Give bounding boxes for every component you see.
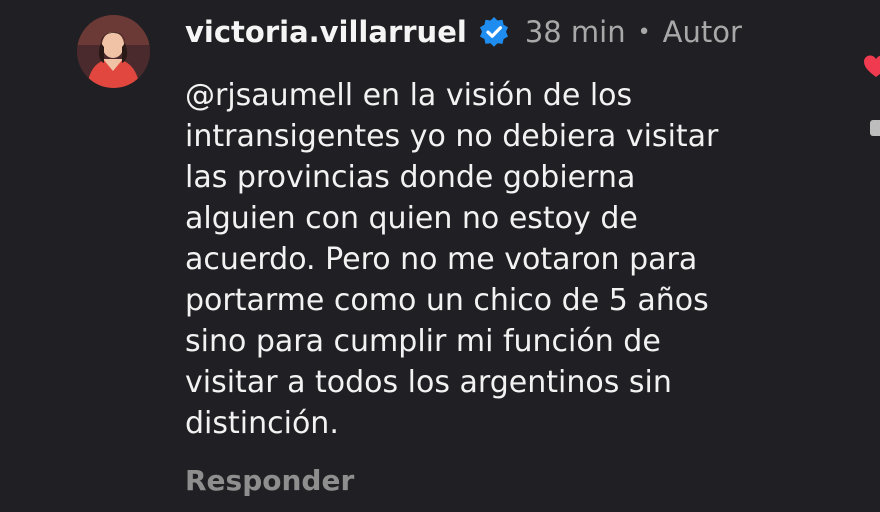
comment-line-1-text: en la visión de los xyxy=(353,78,633,113)
comment-line-1: @rjsaumell en la visión de los xyxy=(185,75,825,116)
avatar-image xyxy=(77,15,150,88)
comment-line-6: portarme como un chico de 5 años xyxy=(185,283,709,318)
verified-badge-icon xyxy=(478,16,510,48)
comment-text: @rjsaumell en la visión de los intransig… xyxy=(185,75,825,444)
mention-link[interactable]: @rjsaumell xyxy=(185,78,353,113)
avatar[interactable] xyxy=(77,15,150,88)
like-count-indicator xyxy=(870,120,880,136)
comment-line-2: intransigentes yo no debiera visitar xyxy=(185,119,719,154)
username[interactable]: victoria.villarruel xyxy=(185,15,467,49)
timestamp: 38 min xyxy=(524,15,626,49)
comment-line-8: visitar a todos los argentinos sin xyxy=(185,365,672,400)
comment-header: victoria.villarruel 38 min • Autor xyxy=(185,10,742,54)
comment-line-5: acuerdo. Pero no me votaron para xyxy=(185,242,698,277)
separator-dot: • xyxy=(637,19,651,45)
comment: victoria.villarruel 38 min • Autor @rjsa… xyxy=(0,0,880,512)
comment-line-3: las provincias donde gobierna xyxy=(185,160,636,195)
reply-button[interactable]: Responder xyxy=(185,464,354,497)
comment-line-9: distinción. xyxy=(185,406,339,441)
heart-icon[interactable] xyxy=(862,52,880,80)
comment-line-4: alguien con quien no estoy de xyxy=(185,201,638,236)
author-badge: Autor xyxy=(662,15,742,49)
comment-line-7: sino para cumplir mi función de xyxy=(185,324,661,359)
